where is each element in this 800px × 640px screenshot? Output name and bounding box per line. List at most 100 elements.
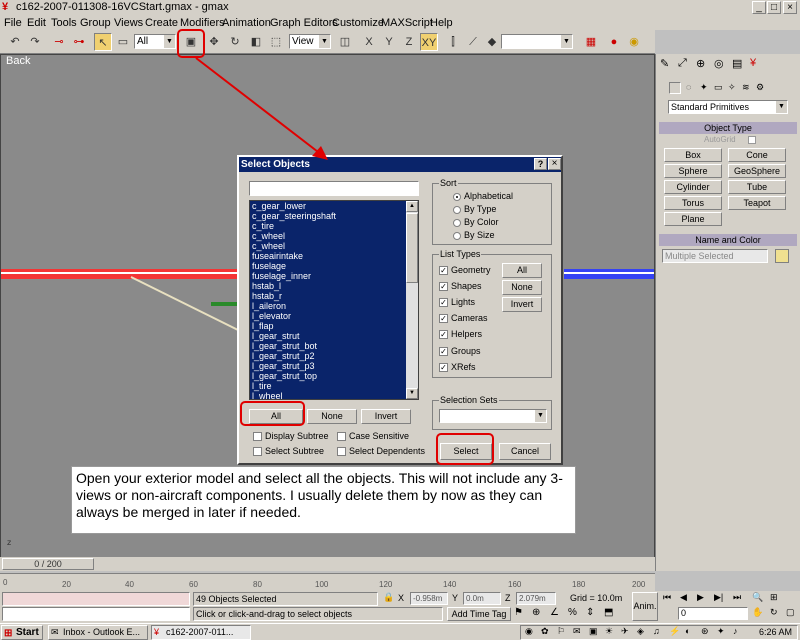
display-subtree-checkbox[interactable]: Display Subtree <box>253 431 329 442</box>
lt-shapes[interactable]: ✓ Shapes <box>439 281 482 292</box>
move-icon[interactable]: ✥ <box>205 33 223 51</box>
play-icon[interactable]: ▶ <box>697 592 704 603</box>
list-item[interactable]: l_wheel <box>250 391 418 399</box>
display-tab-icon[interactable]: ▤ <box>732 57 742 70</box>
align-icon[interactable]: ⟋ <box>464 33 482 51</box>
region-select-icon[interactable]: ▭ <box>114 33 132 51</box>
track-bar[interactable]: 0 20 40 60 80 100 120 140 160 180 200 <box>0 573 655 591</box>
y-coord[interactable]: 0.0m <box>463 592 501 605</box>
menu-views[interactable]: Views <box>114 17 143 29</box>
invert-button[interactable]: Invert <box>361 409 411 424</box>
shapes-icon[interactable]: ◌ <box>686 82 691 92</box>
dialog-close-button[interactable]: × <box>548 158 561 170</box>
select-subtree-checkbox[interactable]: Select Subtree <box>253 446 324 457</box>
list-item[interactable]: l_gear_strut_p2 <box>250 351 418 361</box>
cancel-button[interactable]: Cancel <box>499 443 551 460</box>
torus-button[interactable]: Torus <box>664 196 722 210</box>
goto-end-icon[interactable]: ⏭ <box>733 592 741 603</box>
lt-helpers[interactable]: ✓ Helpers <box>439 329 482 340</box>
list-item[interactable]: c_gear_steeringshaft <box>250 211 418 221</box>
animate-button[interactable]: Anim. <box>632 592 658 621</box>
lights-icon[interactable]: ✦ <box>700 82 708 93</box>
degradation-override-icon[interactable]: ⚑ <box>514 607 523 618</box>
cameras-icon[interactable]: ▭ <box>714 82 723 93</box>
menu-animation[interactable]: Animation <box>222 17 271 29</box>
tray-icon-11[interactable]: ◐ <box>685 626 690 636</box>
sort-alphabetical[interactable]: Alphabetical <box>453 191 513 201</box>
cone-button[interactable]: Cone <box>728 148 786 162</box>
maxscript-listener[interactable] <box>2 592 190 606</box>
time-slider-thumb[interactable]: 0 / 200 <box>2 558 94 570</box>
axis-z-icon[interactable]: Z <box>400 33 418 51</box>
pan-icon[interactable]: ✋ <box>752 607 763 618</box>
rotate-icon[interactable]: ↻ <box>226 33 244 51</box>
list-item[interactable]: l_tire <box>250 381 418 391</box>
current-frame-field[interactable]: 0 <box>678 607 748 620</box>
menu-create[interactable]: Create <box>145 17 178 29</box>
name-color-rollout[interactable]: Name and Color <box>659 234 797 246</box>
goto-start-icon[interactable]: ⏮ <box>663 592 671 603</box>
list-item[interactable]: l_gear_strut_top <box>250 371 418 381</box>
close-button[interactable]: × <box>783 1 797 14</box>
dialog-help-button[interactable]: ? <box>534 158 547 170</box>
axis-x-icon[interactable]: X <box>360 33 378 51</box>
systems-icon[interactable]: ⚙ <box>756 82 764 93</box>
hierarchy-tab-icon[interactable]: ⊕ <box>696 57 705 70</box>
list-scrollbar[interactable]: ▲ ▼ <box>406 201 418 399</box>
select-icon[interactable]: ↖ <box>94 33 112 51</box>
squash-icon[interactable]: ⬚ <box>267 33 285 51</box>
lt-none-button[interactable]: None <box>502 280 542 295</box>
none-button[interactable]: None <box>307 409 357 424</box>
scroll-down-icon[interactable]: ▼ <box>406 388 418 399</box>
list-item[interactable]: l_flap <box>250 321 418 331</box>
create-tab-icon[interactable]: ✎ <box>660 57 669 70</box>
tray-icon-6[interactable]: ☀ <box>605 626 613 637</box>
list-item[interactable]: l_gear_strut <box>250 331 418 341</box>
z-coord[interactable]: 2.079m <box>516 592 556 605</box>
tray-icon-9[interactable]: ♫ <box>653 626 660 636</box>
prev-frame-icon[interactable]: ◀ <box>680 592 687 603</box>
lt-xrefs[interactable]: ✓ XRefs <box>439 362 476 373</box>
tray-icon-12[interactable]: ⊛ <box>701 626 709 637</box>
geosphere-button[interactable]: GeoSphere <box>728 164 786 178</box>
select-dependents-checkbox[interactable]: Select Dependents <box>337 446 425 457</box>
selection-sets-dropdown[interactable]: ▼ <box>439 409 547 423</box>
material-editor-icon[interactable]: ▦ <box>582 33 600 51</box>
spacewarps-icon[interactable]: ≋ <box>742 82 750 93</box>
tray-icon-8[interactable]: ◈ <box>637 626 644 637</box>
list-item[interactable]: fuselage <box>250 261 418 271</box>
zoom-icon[interactable]: 🔍 <box>752 592 763 603</box>
minimize-button[interactable]: _ <box>752 1 766 14</box>
utilities-tab-icon[interactable]: ¥ <box>750 57 756 69</box>
scroll-up-icon[interactable]: ▲ <box>406 201 418 212</box>
tray-icon-13[interactable]: ✦ <box>717 626 725 637</box>
object-list[interactable]: c_gear_lower c_gear_steeringshaft c_tire… <box>249 200 419 400</box>
lock-icon[interactable]: 🔒 <box>383 592 397 605</box>
lt-lights[interactable]: ✓ Lights <box>439 297 475 308</box>
menu-modifiers[interactable]: Modifiers <box>180 17 225 29</box>
modify-tab-icon[interactable]: ⤢ <box>678 57 687 70</box>
tray-icon-7[interactable]: ✈ <box>621 626 629 637</box>
helpers-icon[interactable]: ✧ <box>728 82 736 93</box>
spinner-snap-icon[interactable]: ⇕ <box>586 607 594 618</box>
list-item[interactable]: c_tire <box>250 221 418 231</box>
clock[interactable]: 6:26 AM <box>759 627 792 637</box>
unlink-icon[interactable]: ⊶ <box>70 33 88 51</box>
teapot-button[interactable]: Teapot <box>728 196 786 210</box>
list-item[interactable]: c_gear_lower <box>250 201 418 211</box>
menu-tools[interactable]: Tools <box>51 17 77 29</box>
menu-help[interactable]: Help <box>430 17 453 29</box>
sphere-button[interactable]: Sphere <box>664 164 722 178</box>
window-crossing-icon[interactable]: ⬒ <box>604 607 613 618</box>
autogrid-checkbox[interactable] <box>748 136 756 144</box>
undo-icon[interactable]: ↶ <box>6 33 24 51</box>
pivot-icon[interactable]: ◫ <box>336 33 354 51</box>
axis-xy-icon[interactable]: XY <box>420 33 438 51</box>
menu-file[interactable]: File <box>4 17 22 29</box>
motion-tab-icon[interactable]: ◎ <box>714 57 724 70</box>
selection-filter-dropdown[interactable]: All ▼ <box>134 34 176 49</box>
maximize-viewport-icon[interactable]: ▢ <box>786 607 795 618</box>
quick-render-icon[interactable]: ◉ <box>625 33 643 51</box>
percent-snap-icon[interactable]: % <box>568 607 577 618</box>
color-swatch[interactable] <box>775 249 789 263</box>
